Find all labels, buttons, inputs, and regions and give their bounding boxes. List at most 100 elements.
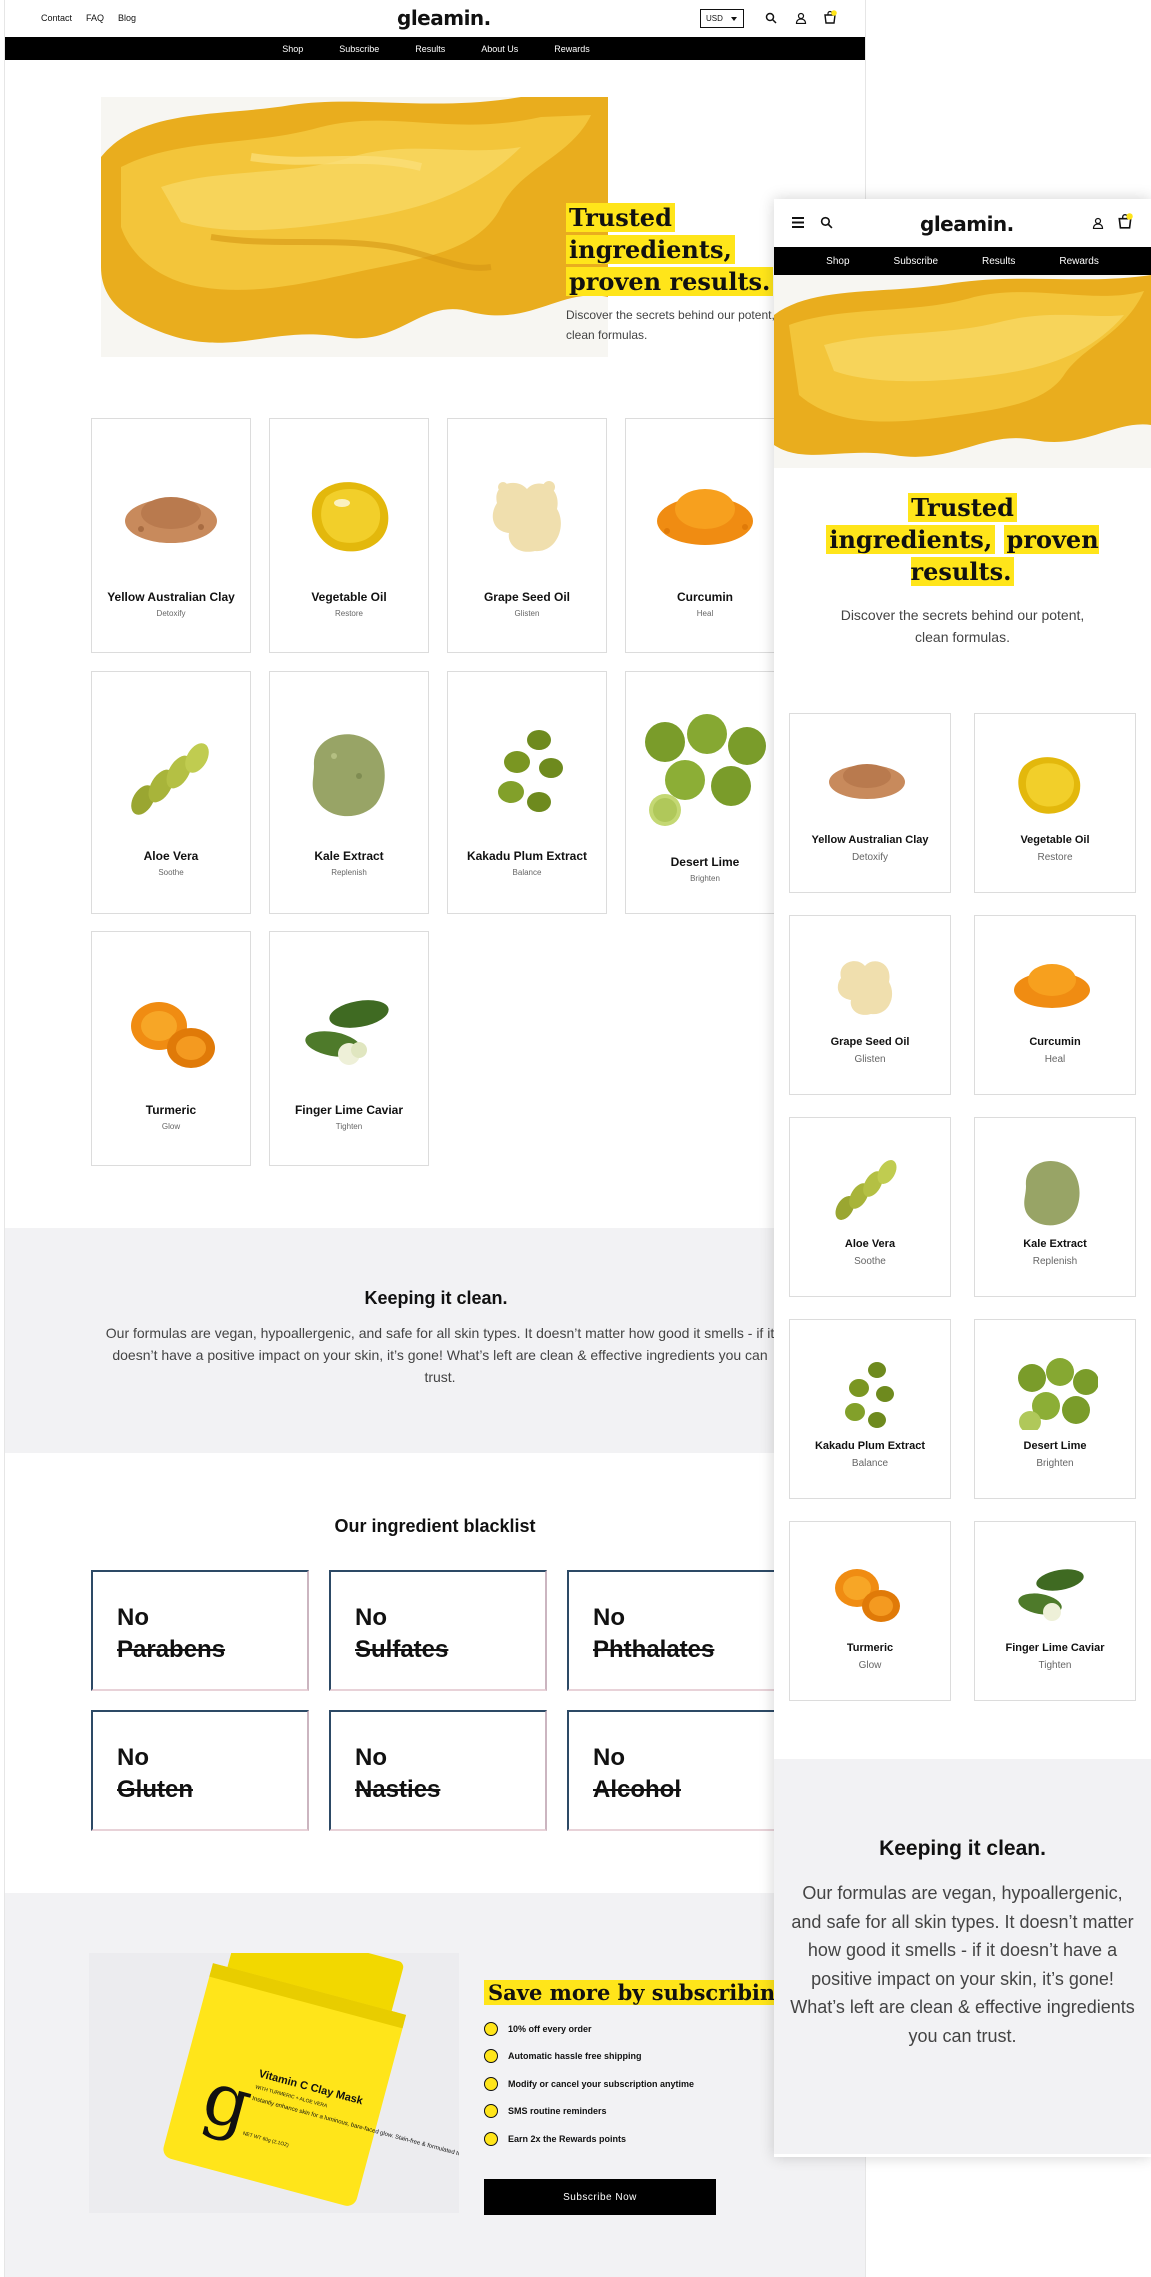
search-icon[interactable] bbox=[820, 216, 833, 229]
nav-results[interactable]: Results bbox=[982, 256, 1015, 267]
ingredient-card[interactable]: Vegetable Oil Restore bbox=[269, 418, 429, 653]
oil-drop-image bbox=[311, 482, 389, 552]
nav-shop[interactable]: Shop bbox=[282, 44, 303, 54]
nav-rewards[interactable]: Rewards bbox=[1059, 256, 1098, 267]
faq-link[interactable]: FAQ bbox=[86, 13, 104, 23]
clean-text: Our formulas are vegan, hypoallergenic, … bbox=[105, 1325, 775, 1385]
ingredient-name: Yellow Australian Clay bbox=[107, 590, 235, 604]
blacklist-item: Parabens bbox=[117, 1636, 226, 1663]
ingredient-benefit: Balance bbox=[512, 868, 542, 877]
ingredient-name: Aloe Vera bbox=[143, 849, 199, 863]
vitamin-c-mask-image: g Vitamin C Clay Mask WITH TURMERIC + AL… bbox=[89, 1953, 459, 2213]
blacklist-card: No Nasties bbox=[329, 1710, 547, 1831]
blacklist-card: No Sulfates bbox=[329, 1570, 547, 1691]
ingredient-benefit: Tighten bbox=[335, 1122, 363, 1131]
ingredient-card[interactable]: Yellow Australian Clay Detoxify bbox=[789, 713, 951, 893]
ingredient-name: Curcumin bbox=[676, 590, 733, 604]
blacklist-title: Our ingredient blacklist bbox=[334, 1516, 536, 1536]
ingredient-card[interactable]: Aloe Vera Soothe bbox=[91, 671, 251, 914]
search-icon[interactable] bbox=[765, 12, 777, 24]
shipping-box-icon bbox=[484, 2049, 498, 2063]
green-powder-image bbox=[1024, 1160, 1080, 1226]
finger-lime-image bbox=[1018, 1569, 1084, 1621]
ingredient-card[interactable]: Kakadu Plum Extract Balance bbox=[789, 1319, 951, 1499]
blacklist-item: Sulfates bbox=[355, 1636, 449, 1663]
finger-lime-image bbox=[305, 1000, 389, 1065]
main-nav: Shop Subscribe Results About Us Rewards bbox=[5, 37, 865, 60]
orange-powder-image bbox=[1014, 964, 1090, 1008]
brand-logo[interactable]: gleamin. bbox=[397, 6, 491, 30]
ingredient-card[interactable]: Curcumin Heal bbox=[625, 418, 785, 653]
turmeric-image bbox=[835, 1569, 900, 1622]
cart-icon[interactable] bbox=[823, 10, 837, 24]
nav-results[interactable]: Results bbox=[415, 44, 445, 54]
ingredient-benefit: Glow bbox=[161, 1122, 181, 1131]
nav-subscribe[interactable]: Subscribe bbox=[339, 44, 379, 54]
green-plums-image bbox=[845, 1362, 894, 1428]
ingredient-name: Curcumin bbox=[1029, 1036, 1081, 1048]
ingredient-name: Finger Lime Caviar bbox=[294, 1103, 404, 1117]
nav-shop[interactable]: Shop bbox=[826, 256, 849, 267]
hero-subtitle: Discover the secrets behind our potent, … bbox=[566, 308, 775, 342]
ingredient-card[interactable]: Finger Lime Caviar Tighten bbox=[269, 931, 429, 1166]
ingredient-benefit: Detoxify bbox=[156, 609, 186, 618]
blacklist-no: No bbox=[117, 1604, 149, 1631]
ingredient-name: Aloe Vera bbox=[844, 1238, 896, 1250]
ingredient-card[interactable]: Finger Lime Caviar Tighten bbox=[974, 1521, 1136, 1701]
ingredient-card[interactable]: Kakadu Plum Extract Balance bbox=[447, 671, 607, 914]
perk-item: SMS routine reminders bbox=[484, 2104, 607, 2118]
ingredient-card[interactable]: Grape Seed Oil Glisten bbox=[447, 418, 607, 653]
ingredient-name: Turmeric bbox=[145, 1103, 197, 1117]
ingredient-card[interactable]: Curcumin Heal bbox=[974, 915, 1136, 1095]
ingredient-name: Desert Lime bbox=[1023, 1440, 1087, 1452]
ingredient-benefit: Heal bbox=[696, 609, 714, 618]
perk-item: 10% off every order bbox=[484, 2022, 592, 2036]
aloe-slices-image bbox=[131, 743, 209, 815]
ingredient-card[interactable]: Yellow Australian Clay Detoxify bbox=[91, 418, 251, 653]
ingredient-card[interactable]: Desert Lime Brighten bbox=[625, 671, 785, 914]
discount-tag-icon bbox=[484, 2022, 498, 2036]
blacklist-card: No Parabens bbox=[91, 1570, 309, 1691]
nav-subscribe[interactable]: Subscribe bbox=[894, 256, 938, 267]
subscribe-now-button[interactable]: Subscribe Now bbox=[484, 2179, 716, 2215]
ingredient-name: Grape Seed Oil bbox=[483, 590, 571, 604]
top-bar: Contact FAQ Blog gleamin. USD bbox=[5, 0, 865, 36]
cart-icon[interactable] bbox=[1117, 213, 1133, 229]
blacklist-item: Alcohol bbox=[593, 1776, 681, 1803]
ingredient-benefit: Soothe bbox=[854, 1256, 886, 1267]
nav-about-us[interactable]: About Us bbox=[481, 44, 518, 54]
account-icon[interactable] bbox=[795, 12, 807, 24]
perk-item: Automatic hassle free shipping bbox=[484, 2049, 642, 2063]
mobile-nav: Shop Subscribe Results Rewards bbox=[774, 247, 1151, 275]
currency-select[interactable]: USD bbox=[700, 9, 744, 28]
ingredient-name: Kakadu Plum Extract bbox=[814, 1440, 926, 1452]
contact-link[interactable]: Contact bbox=[41, 13, 72, 23]
ingredient-card[interactable]: Aloe Vera Soothe bbox=[789, 1117, 951, 1297]
account-icon[interactable] bbox=[1092, 217, 1104, 229]
blacklist-no: No bbox=[593, 1604, 625, 1631]
ingredient-card[interactable]: Desert Lime Brighten bbox=[974, 1319, 1136, 1499]
ingredient-card[interactable]: Turmeric Glow bbox=[789, 1521, 951, 1701]
ingredient-benefit: Tighten bbox=[1038, 1660, 1072, 1671]
ingredient-card[interactable]: Turmeric Glow bbox=[91, 931, 251, 1166]
aloe-slices-image bbox=[835, 1160, 897, 1220]
ingredient-name: Vegetable Oil bbox=[1020, 834, 1090, 846]
nav-rewards[interactable]: Rewards bbox=[554, 44, 590, 54]
hero-title-line-2: ingredients, bbox=[826, 525, 996, 554]
hero-title-line-1: Trusted bbox=[566, 203, 675, 232]
blacklist-item: Gluten bbox=[117, 1776, 193, 1803]
hero-clay-image bbox=[101, 97, 608, 357]
blog-link[interactable]: Blog bbox=[118, 13, 136, 23]
ingredient-card[interactable]: Grape Seed Oil Glisten bbox=[789, 915, 951, 1095]
brand-logo[interactable]: gleamin. bbox=[920, 212, 1014, 236]
menu-icon[interactable] bbox=[792, 217, 804, 228]
ingredient-benefit: Soothe bbox=[158, 868, 184, 877]
clean-section: Keeping it clean. Our formulas are vegan… bbox=[5, 1228, 865, 1453]
ingredient-benefit: Restore bbox=[1037, 852, 1073, 863]
clean-section: Keeping it clean. Our formulas are vegan… bbox=[774, 1759, 1151, 2154]
ingredient-card[interactable]: Kale Extract Replenish bbox=[269, 671, 429, 914]
ingredient-card[interactable]: Vegetable Oil Restore bbox=[974, 713, 1136, 893]
ingredient-card[interactable]: Kale Extract Replenish bbox=[974, 1117, 1136, 1297]
oil-drop-image bbox=[1018, 757, 1081, 814]
blacklist-no: No bbox=[593, 1744, 625, 1771]
